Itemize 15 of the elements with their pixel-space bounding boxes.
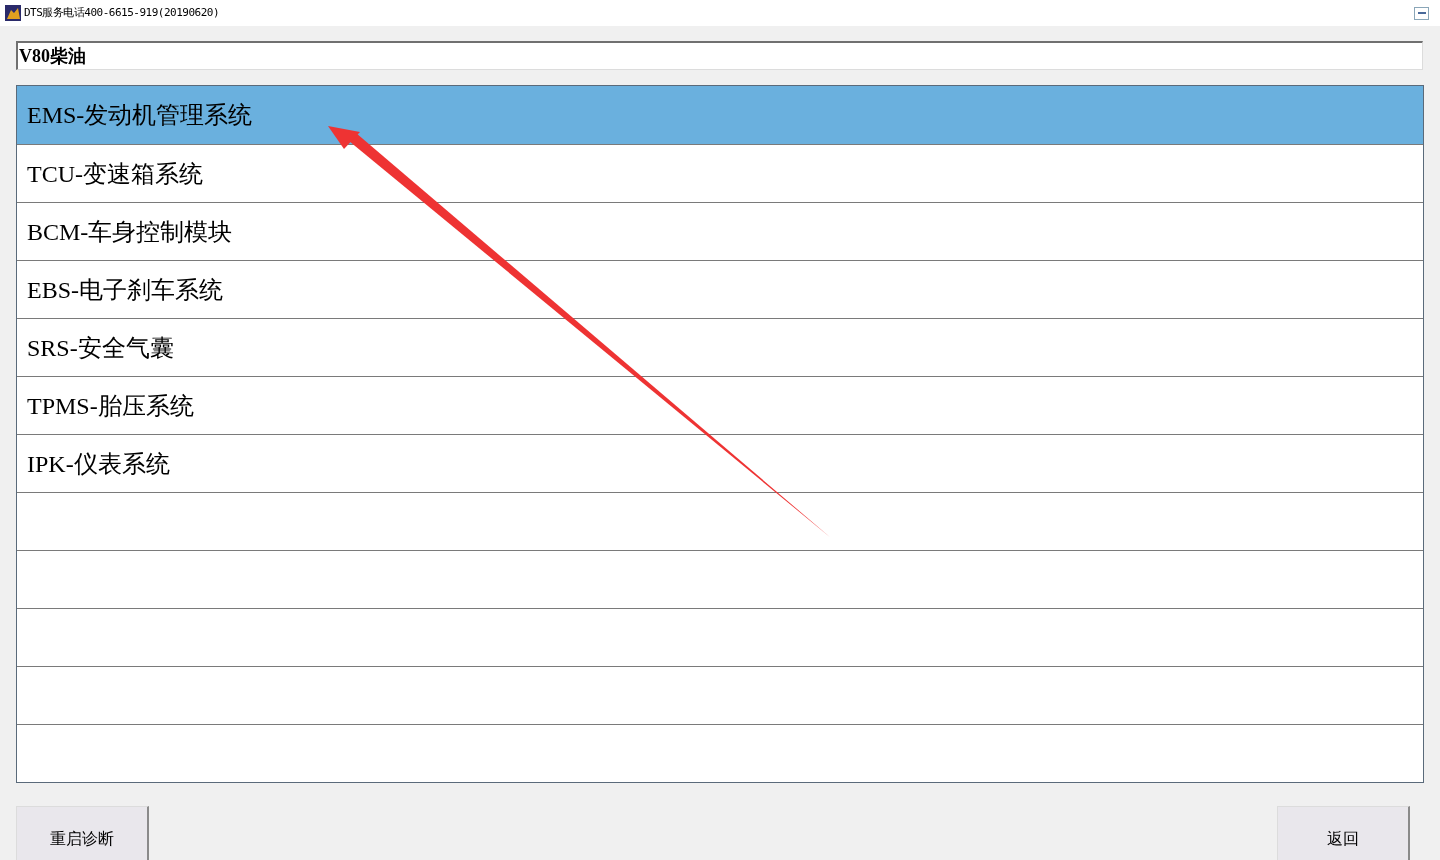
action-button[interactable]: 重启诊断 (16, 806, 149, 860)
minimize-button[interactable] (1414, 6, 1429, 20)
system-label: BCM-车身控制模块 (27, 217, 233, 247)
system-label: TPMS-胎压系统 (27, 391, 194, 421)
system-label: IPK-仪表系统 (27, 449, 170, 479)
vehicle-field[interactable]: V80柴油 (16, 41, 1423, 70)
action-button[interactable]: 返回 (1277, 806, 1410, 860)
window-title: DTS服务电话400-6615-919(20190620) (24, 4, 220, 21)
system-label: EBS-电子刹车系统 (27, 275, 223, 305)
system-label: EMS-发动机管理系统 (27, 101, 253, 130)
system-list-item[interactable]: EMS-发动机管理系统 (17, 86, 1423, 144)
system-label: TCU-变速箱系统 (27, 159, 203, 189)
system-label: SRS-安全气囊 (27, 333, 174, 363)
app-icon (5, 5, 21, 21)
minimize-icon (1417, 12, 1426, 14)
